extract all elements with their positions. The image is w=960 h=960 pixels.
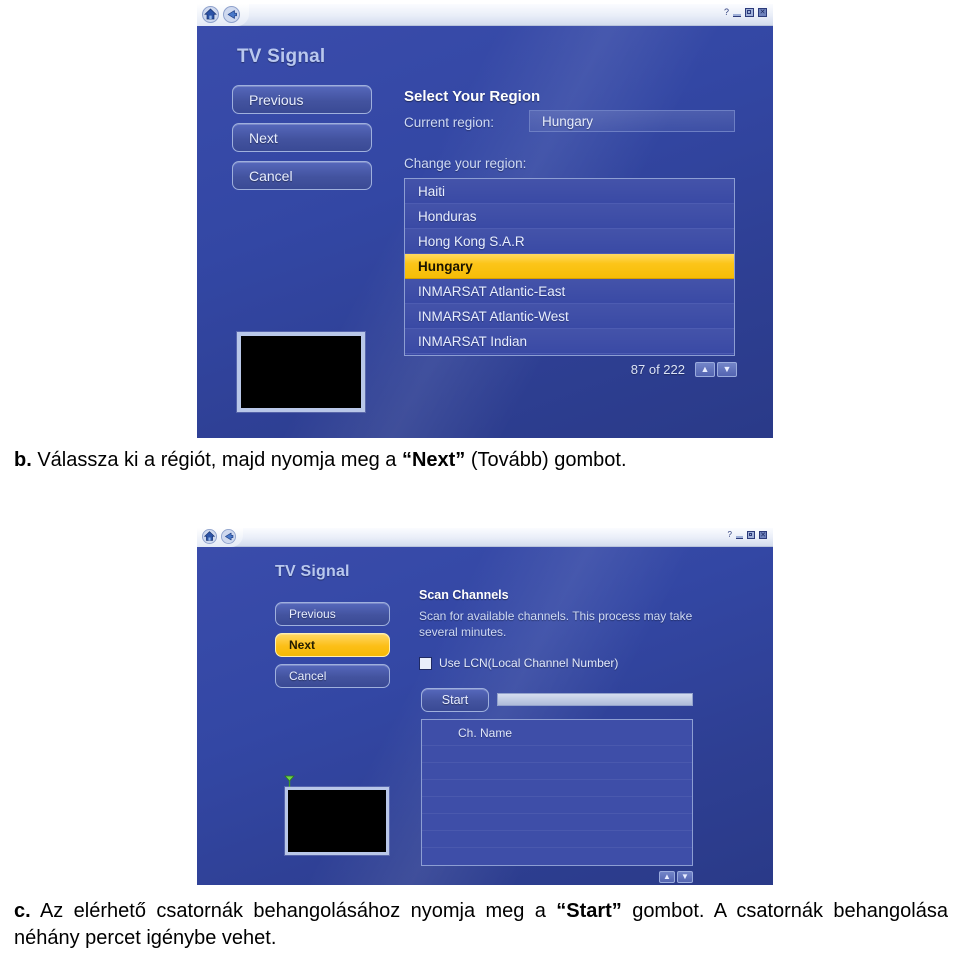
navigation-icons xyxy=(202,6,240,23)
chevron-down-icon[interactable]: ▼ xyxy=(677,871,693,883)
region-list-footer: 87 of 222 ▲ ▼ xyxy=(597,359,737,379)
caption-c: c. Az elérhető csatornák behangolásához … xyxy=(14,898,948,952)
previous-button-label: Previous xyxy=(289,607,336,621)
window-body: TV Signal Previous Next Cancel Scan Chan… xyxy=(197,547,773,885)
current-region-value: Hungary xyxy=(542,113,594,129)
chevron-up-icon[interactable]: ▲ xyxy=(659,871,675,883)
list-item[interactable]: INMARSAT Indian xyxy=(405,329,734,354)
channel-table-header: Ch. Name xyxy=(422,720,692,745)
back-arrow-icon[interactable] xyxy=(223,6,240,23)
next-button[interactable]: Next xyxy=(232,123,372,152)
video-preview xyxy=(237,332,365,412)
previous-button[interactable]: Previous xyxy=(232,85,372,114)
home-icon[interactable] xyxy=(202,6,219,23)
previous-button-label: Previous xyxy=(249,91,304,108)
current-region-field: Hungary xyxy=(529,110,735,132)
tv-signal-window-region: ? TV Signal Previous Next Cancel Select … xyxy=(197,4,773,438)
manual-page: ? TV Signal Previous Next Cancel Select … xyxy=(0,0,960,960)
chevron-up-icon[interactable]: ▲ xyxy=(695,361,715,377)
list-item[interactable]: Hong Kong S.A.R xyxy=(405,229,734,254)
next-button-label: Next xyxy=(249,129,278,146)
back-arrow-icon[interactable] xyxy=(221,529,236,544)
scan-progress-bar xyxy=(497,693,693,706)
navigation-icons xyxy=(202,529,236,544)
window-body: TV Signal Previous Next Cancel Select Yo… xyxy=(197,26,773,438)
caption-b-emphasis: “Next” xyxy=(401,449,466,471)
minimize-icon[interactable] xyxy=(736,536,743,539)
table-row[interactable] xyxy=(422,762,692,779)
caption-b-text-before: Válassza ki a régiót, majd nyomja meg a xyxy=(31,449,402,471)
list-item-selected[interactable]: Hungary xyxy=(405,254,734,279)
window-titlebar: ? xyxy=(197,528,773,547)
table-row[interactable] xyxy=(422,779,692,796)
list-item-label: INMARSAT Indian xyxy=(418,333,528,349)
table-row[interactable] xyxy=(422,830,692,847)
list-item[interactable]: Haiti xyxy=(405,179,734,204)
close-icon[interactable] xyxy=(758,7,767,17)
close-icon[interactable] xyxy=(759,531,767,539)
start-button-label: Start xyxy=(441,693,469,707)
current-region-label: Current region: xyxy=(404,115,495,130)
caption-b-marker: b. xyxy=(14,449,32,471)
channel-table[interactable]: Ch. Name xyxy=(421,719,693,866)
cancel-button[interactable]: Cancel xyxy=(275,664,390,688)
window-controls: ? xyxy=(728,530,767,540)
list-counter: 87 of 222 xyxy=(630,361,685,377)
cancel-button-label: Cancel xyxy=(249,167,293,184)
list-scroll-buttons: ▲ ▼ xyxy=(695,361,737,377)
caption-c-marker: c. xyxy=(14,900,31,922)
change-region-label: Change your region: xyxy=(404,156,527,171)
list-item-label: Honduras xyxy=(418,208,477,224)
tv-signal-window-scan: ? TV Signal Previous Next Cancel Scan Ch… xyxy=(197,528,773,885)
start-button[interactable]: Start xyxy=(421,688,489,712)
cancel-button[interactable]: Cancel xyxy=(232,161,372,190)
caption-b-text-after: (Tovább) gombot. xyxy=(465,449,627,471)
list-item[interactable]: INMARSAT Atlantic-East xyxy=(405,279,734,304)
channel-table-header-label: Ch. Name xyxy=(458,725,513,740)
help-icon[interactable]: ? xyxy=(724,7,729,17)
previous-button[interactable]: Previous xyxy=(275,602,390,626)
app-title: TV Signal xyxy=(275,563,350,580)
list-item-label: Haiti xyxy=(418,183,446,199)
list-item[interactable]: INMARSAT Atlantic-West xyxy=(405,304,734,329)
wizard-button-group: Previous Next Cancel xyxy=(275,602,390,688)
section-description: Scan for available channels. This proces… xyxy=(419,609,693,640)
section-title: Select Your Region xyxy=(404,88,541,105)
section-title: Scan Channels xyxy=(419,588,509,602)
table-row[interactable] xyxy=(422,796,692,813)
home-icon[interactable] xyxy=(202,529,217,544)
use-lcn-label: Use LCN(Local Channel Number) xyxy=(439,656,619,670)
minimize-icon[interactable] xyxy=(733,13,741,17)
table-row[interactable] xyxy=(422,745,692,762)
use-lcn-checkbox[interactable] xyxy=(419,656,432,670)
use-lcn-checkbox-row[interactable]: Use LCN(Local Channel Number) xyxy=(419,656,618,670)
window-titlebar: ? xyxy=(197,4,773,26)
maximize-icon[interactable] xyxy=(745,7,754,17)
chevron-down-icon[interactable]: ▼ xyxy=(717,361,737,377)
wizard-button-group: Previous Next Cancel xyxy=(232,85,372,190)
list-item-label: INMARSAT Atlantic-West xyxy=(418,308,569,324)
list-item-label: Hong Kong S.A.R xyxy=(418,233,525,249)
cancel-button-label: Cancel xyxy=(289,669,327,683)
window-controls: ? xyxy=(724,7,767,17)
list-item[interactable]: Honduras xyxy=(405,204,734,229)
next-button-label: Next xyxy=(289,638,316,652)
region-listbox[interactable]: Haiti Honduras Hong Kong S.A.R Hungary I… xyxy=(404,178,735,356)
table-row[interactable] xyxy=(422,847,692,864)
list-item-label: Hungary xyxy=(418,258,473,274)
caption-c-emphasis: “Start” xyxy=(556,900,622,922)
channel-list-footer: ▲ ▼ xyxy=(617,869,693,885)
caption-c-text-before: Az elérhető csatornák behangolásához nyo… xyxy=(30,900,557,922)
table-row[interactable] xyxy=(422,813,692,830)
list-item-label: INMARSAT Atlantic-East xyxy=(418,283,566,299)
video-preview xyxy=(285,787,389,855)
help-icon[interactable]: ? xyxy=(728,530,732,540)
next-button[interactable]: Next xyxy=(275,633,390,657)
caption-b: b. Válassza ki a régiót, majd nyomja meg… xyxy=(14,447,944,474)
app-title: TV Signal xyxy=(237,46,326,67)
list-scroll-buttons: ▲ ▼ xyxy=(659,871,693,883)
maximize-icon[interactable] xyxy=(747,531,755,539)
